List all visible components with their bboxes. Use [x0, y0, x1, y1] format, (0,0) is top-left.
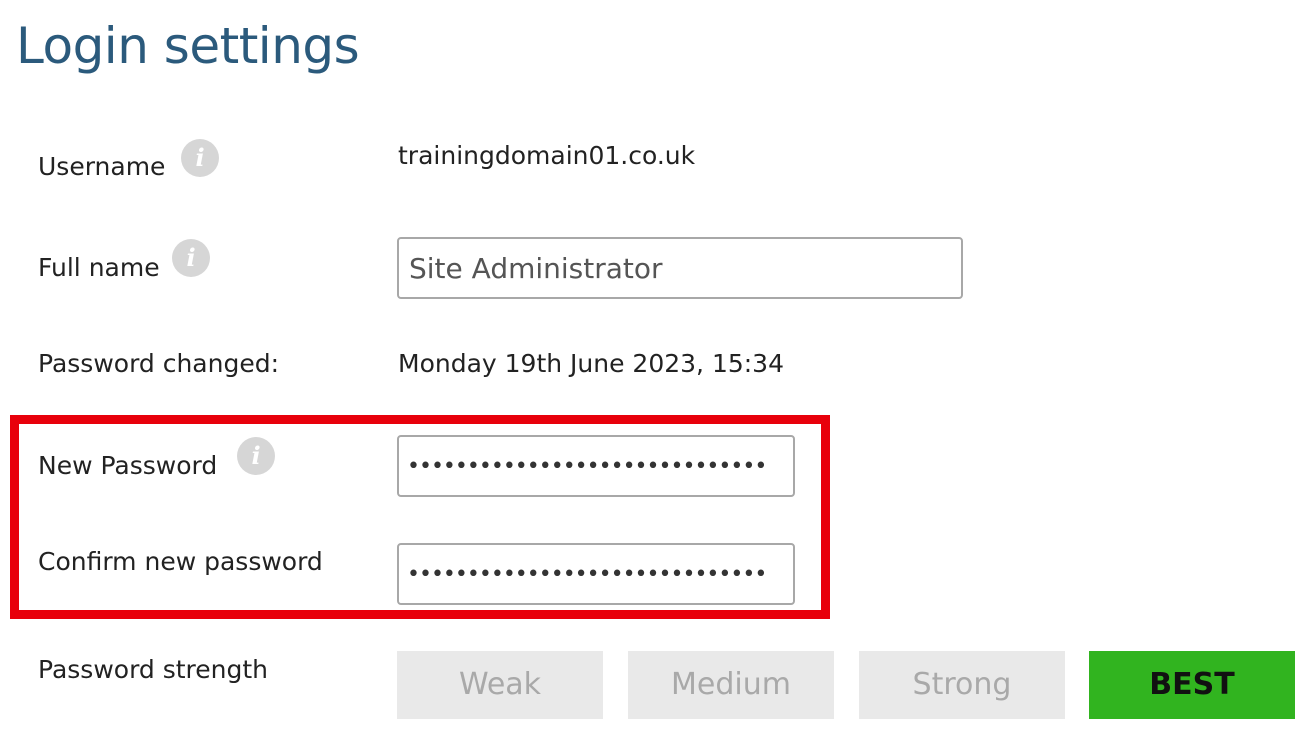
strength-best: BEST [1089, 651, 1295, 719]
strength-medium: Medium [628, 651, 834, 719]
full-name-input[interactable] [397, 237, 963, 299]
strength-strong: Strong [859, 651, 1065, 719]
full-name-label: Full name [38, 253, 160, 282]
info-icon[interactable]: i [237, 437, 275, 475]
password-changed-value: Monday 19th June 2023, 15:34 [398, 349, 784, 378]
strength-weak: Weak [397, 651, 603, 719]
new-password-label: New Password [38, 451, 218, 480]
new-password-input[interactable] [397, 435, 795, 497]
password-strength-label: Password strength [38, 655, 269, 684]
confirm-password-label: Confirm new password [38, 547, 323, 576]
username-value: trainingdomain01.co.uk [398, 141, 696, 170]
username-label: Username [38, 152, 166, 181]
page-title: Login settings [16, 17, 360, 75]
login-settings-page: Login settings Username i trainingdomain… [0, 0, 1316, 744]
password-changed-label: Password changed: [38, 349, 280, 378]
info-icon[interactable]: i [172, 239, 210, 277]
confirm-password-input[interactable] [397, 543, 795, 605]
info-icon[interactable]: i [181, 139, 219, 177]
